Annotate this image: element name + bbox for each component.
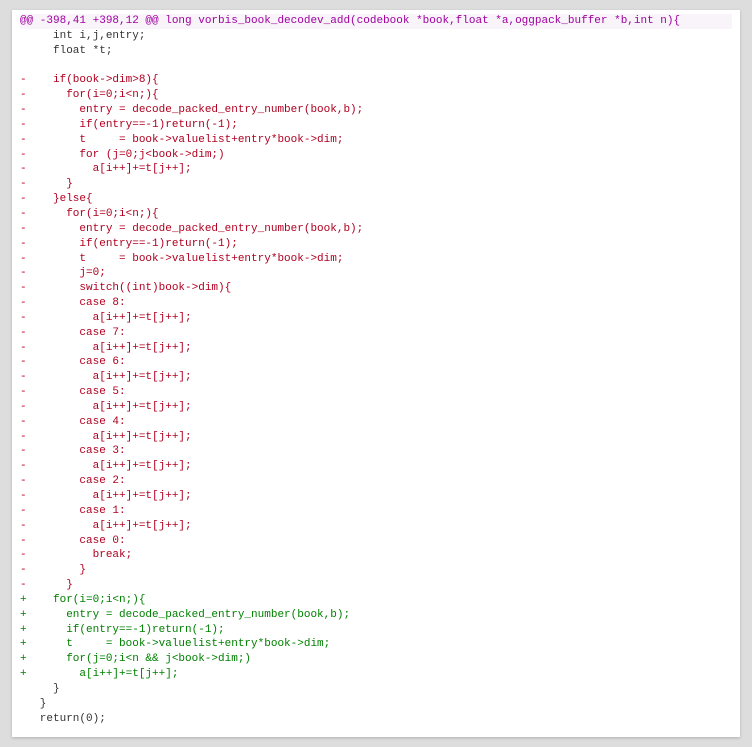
diff-line-del: - a[i++]+=t[j++]; <box>20 162 732 177</box>
diff-line-del: - if(entry==-1)return(-1); <box>20 237 732 252</box>
diff-line-del: - case 0: <box>20 534 732 549</box>
diff-line-add: + for(j=0;i<n && j<book->dim;) <box>20 652 732 667</box>
diff-line-del: - } <box>20 578 732 593</box>
diff-line-del: - }else{ <box>20 192 732 207</box>
diff-line-del: - entry = decode_packed_entry_number(boo… <box>20 103 732 118</box>
diff-line-del: - switch((int)book->dim){ <box>20 281 732 296</box>
diff-line-ctx: float *t; <box>20 44 732 59</box>
diff-line-ctx: int i,j,entry; <box>20 29 732 44</box>
diff-line-del: - entry = decode_packed_entry_number(boo… <box>20 222 732 237</box>
diff-line-ctx: } <box>20 682 732 697</box>
diff-line-del: - a[i++]+=t[j++]; <box>20 459 732 474</box>
diff-line-add: + if(entry==-1)return(-1); <box>20 623 732 638</box>
diff-line-del: - case 2: <box>20 474 732 489</box>
diff-line-del: - for(i=0;i<n;){ <box>20 207 732 222</box>
diff-line-del: - a[i++]+=t[j++]; <box>20 430 732 445</box>
diff-line-del: - case 3: <box>20 444 732 459</box>
diff-page: @@ -398,41 +398,12 @@ long vorbis_book_d… <box>12 10 740 737</box>
diff-line-add: + for(i=0;i<n;){ <box>20 593 732 608</box>
diff-line-del: - j=0; <box>20 266 732 281</box>
diff-line-del: - } <box>20 563 732 578</box>
diff-line-del: - for(i=0;i<n;){ <box>20 88 732 103</box>
diff-line-ctx <box>20 59 732 74</box>
diff-line-add: + a[i++]+=t[j++]; <box>20 667 732 682</box>
diff-line-del: - t = book->valuelist+entry*book->dim; <box>20 133 732 148</box>
diff-body: int i,j,entry; float *t; - if(book->dim>… <box>20 29 732 727</box>
diff-line-add: + t = book->valuelist+entry*book->dim; <box>20 637 732 652</box>
diff-line-del: - case 1: <box>20 504 732 519</box>
diff-line-ctx: return(0); <box>20 712 732 727</box>
diff-line-del: - a[i++]+=t[j++]; <box>20 341 732 356</box>
diff-line-del: - } <box>20 177 732 192</box>
diff-line-del: - a[i++]+=t[j++]; <box>20 370 732 385</box>
diff-line-del: - if(book->dim>8){ <box>20 73 732 88</box>
diff-line-del: - case 6: <box>20 355 732 370</box>
diff-line-del: - a[i++]+=t[j++]; <box>20 519 732 534</box>
diff-line-del: - if(entry==-1)return(-1); <box>20 118 732 133</box>
diff-line-del: - a[i++]+=t[j++]; <box>20 400 732 415</box>
diff-line-del: - case 5: <box>20 385 732 400</box>
diff-line-del: - case 4: <box>20 415 732 430</box>
diff-line-del: - a[i++]+=t[j++]; <box>20 489 732 504</box>
diff-line-del: - a[i++]+=t[j++]; <box>20 311 732 326</box>
diff-line-del: - for (j=0;j<book->dim;) <box>20 148 732 163</box>
diff-line-del: - case 7: <box>20 326 732 341</box>
diff-line-del: - case 8: <box>20 296 732 311</box>
diff-line-del: - break; <box>20 548 732 563</box>
diff-line-ctx: } <box>20 697 732 712</box>
diff-line-del: - t = book->valuelist+entry*book->dim; <box>20 252 732 267</box>
diff-line-add: + entry = decode_packed_entry_number(boo… <box>20 608 732 623</box>
hunk-header: @@ -398,41 +398,12 @@ long vorbis_book_d… <box>20 14 732 29</box>
